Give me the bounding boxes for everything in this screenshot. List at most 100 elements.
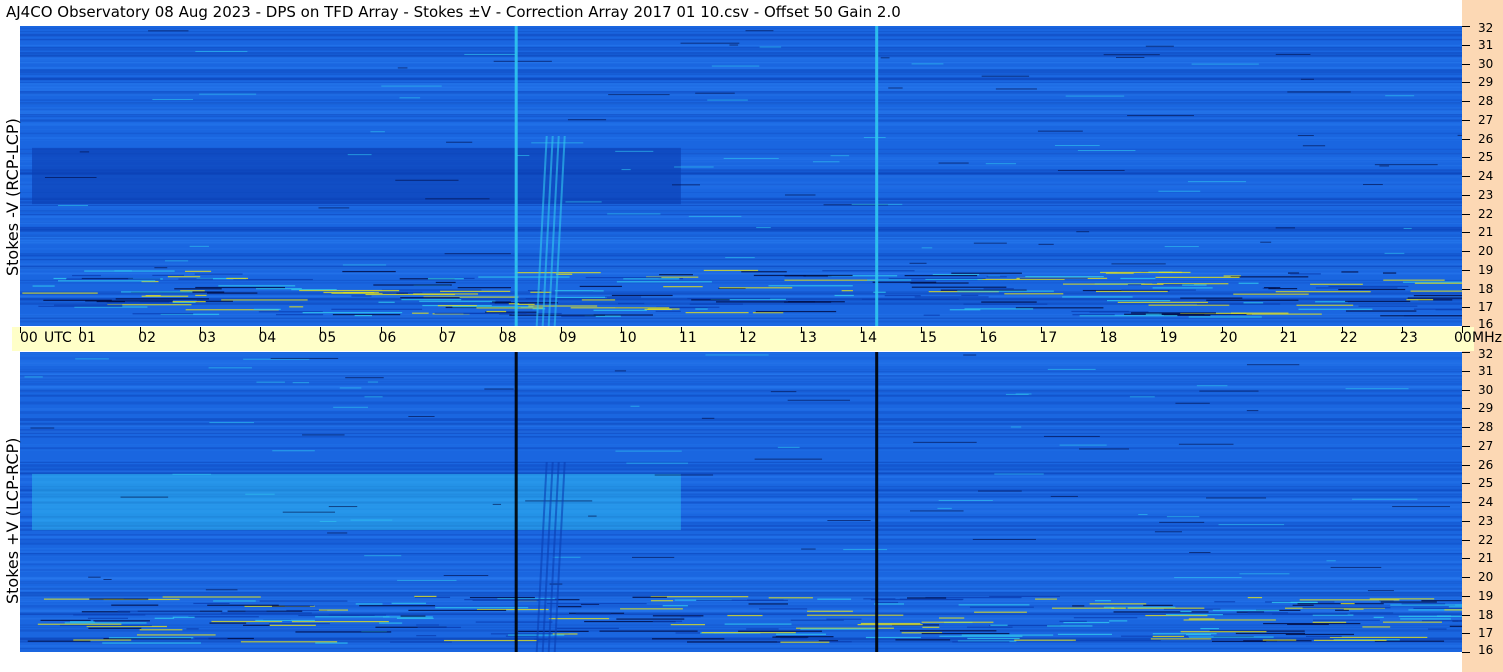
interference-segment: [1421, 600, 1462, 602]
noise-segment: [1103, 54, 1160, 56]
noise-segment: [615, 150, 654, 152]
interference-segment: [145, 295, 161, 297]
interference-segment: [1057, 633, 1112, 635]
interference-segment: [1382, 621, 1442, 623]
interference-segment: [154, 617, 175, 619]
interference-segment: [1052, 607, 1126, 609]
spectrogram-svg: [20, 26, 1462, 326]
interference-segment: [59, 624, 152, 627]
spectrogram-striation: [20, 648, 1462, 650]
time-tick-label: 06: [378, 330, 397, 346]
interference-segment: [1143, 604, 1173, 606]
freq-tickmark: [1462, 176, 1470, 177]
interference-segment: [295, 631, 392, 633]
interference-segment: [1302, 607, 1391, 609]
noise-segment: [1246, 364, 1300, 366]
interference-segment: [800, 628, 876, 630]
interference-segment: [530, 291, 552, 293]
interference-segment: [1117, 301, 1208, 303]
freq-tick-label: 25: [1478, 150, 1494, 165]
noise-segment: [342, 264, 387, 266]
interference-segment: [115, 298, 209, 300]
interference-segment: [1414, 282, 1462, 284]
interference-segment: [180, 290, 205, 292]
interference-segment: [253, 308, 281, 310]
frequency-axis-bottom: 32 31 30 29 28 27 26 25 24 23 22 21 20 19 18 17 16: [1462, 348, 1503, 656]
freq-tickmark: [1462, 652, 1470, 653]
interference-segment: [1200, 627, 1220, 630]
interference-segment: [518, 630, 589, 632]
freq-tick-label: 28: [1478, 420, 1494, 434]
interference-segment: [1180, 297, 1243, 299]
noise-segment: [1050, 495, 1078, 497]
noise-segment: [910, 510, 964, 512]
interference-segment: [1341, 271, 1359, 273]
noise-segment: [1275, 53, 1311, 55]
interference-segment: [1402, 281, 1462, 283]
interference-segment: [1072, 605, 1085, 607]
freq-tickmark: [1462, 633, 1470, 635]
noise-segment: [1287, 91, 1351, 93]
interference-segment: [355, 603, 383, 605]
interference-segment: [505, 635, 538, 637]
noise-segment: [531, 142, 584, 144]
noise-segment: [701, 417, 715, 419]
noise-segment: [256, 381, 285, 383]
interference-segment: [983, 288, 1014, 290]
spectrogram-striation: [20, 82, 1462, 83]
freq-tickmark: [1462, 157, 1470, 159]
interference-segment: [136, 634, 216, 636]
interference-segment: [1268, 288, 1298, 290]
spectrogram-panel-stokes-minus-v: [20, 26, 1462, 326]
noise-segment: [812, 161, 840, 163]
noise-segment: [695, 92, 735, 94]
noise-segment: [973, 242, 1007, 244]
spectrogram-striation: [20, 540, 1462, 542]
interference-segment: [969, 606, 1034, 608]
noise-segment: [327, 532, 348, 534]
spectrogram-striation: [20, 444, 1462, 448]
spectrogram-striation: [20, 76, 1462, 77]
interference-segment: [546, 603, 647, 605]
noise-segment: [364, 396, 383, 398]
interference-segment: [585, 277, 662, 279]
spectrogram-striation: [20, 264, 1462, 266]
spectrogram-striation: [20, 31, 1462, 33]
interference-segment: [89, 598, 149, 600]
interference-segment: [865, 636, 921, 639]
time-tick-label: 10: [618, 330, 637, 346]
noise-segment: [1187, 181, 1247, 183]
interference-segment: [209, 622, 247, 624]
interference-segment: [419, 300, 496, 302]
noise-segment: [199, 93, 257, 95]
noise-segment: [408, 415, 435, 417]
noise-segment: [172, 473, 212, 475]
interference-segment: [207, 292, 258, 294]
interference-segment: [1063, 621, 1110, 624]
interference-segment: [174, 288, 222, 290]
time-tick-label: 09: [558, 330, 577, 346]
noise-segment: [1246, 410, 1259, 412]
spectrogram-striation: [20, 555, 1462, 557]
interference-segment: [132, 313, 194, 315]
interference-segment: [1188, 316, 1262, 318]
interference-segment: [695, 308, 708, 310]
interference-segment: [663, 286, 703, 288]
interference-segment: [964, 308, 1034, 310]
noise-segment: [44, 177, 97, 179]
noise-segment: [318, 207, 350, 209]
noise-segment: [1302, 145, 1326, 147]
noise-segment: [827, 520, 871, 522]
interference-segment: [616, 281, 712, 283]
interference-segment: [27, 640, 91, 642]
interference-segment: [464, 599, 558, 601]
noise-segment: [630, 405, 640, 407]
noise-segment: [995, 88, 1037, 90]
interference-segment: [1313, 639, 1387, 641]
spectrogram-svg: [20, 352, 1462, 652]
interference-segment: [1113, 611, 1209, 613]
time-tick-label: 14: [859, 330, 877, 346]
interference-segment: [207, 604, 279, 606]
interference-segment: [1047, 625, 1093, 627]
noise-segment: [492, 503, 502, 505]
